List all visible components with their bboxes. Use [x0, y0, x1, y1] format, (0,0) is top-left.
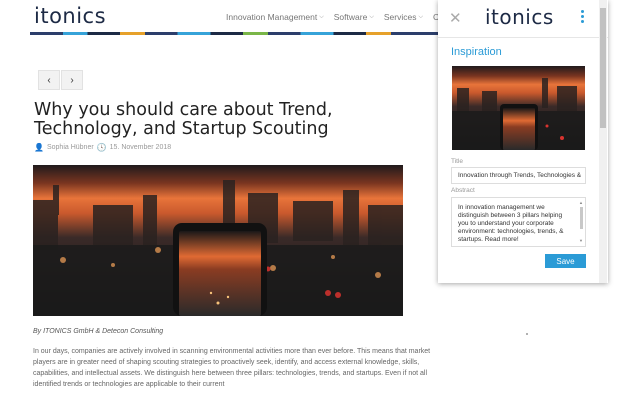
scroll-down-icon[interactable]: ▼ — [579, 237, 583, 245]
next-post-button[interactable]: › — [61, 70, 83, 90]
nav-item-innovation-management[interactable]: Innovation Management ⌵ — [226, 12, 324, 22]
scroll-up-icon[interactable]: ▲ — [579, 199, 583, 207]
header-color-stripe — [30, 32, 440, 35]
popup-scrollbar[interactable] — [599, 0, 607, 283]
site-logo[interactable]: itonics — [34, 4, 106, 28]
thumbnail-photo — [452, 66, 585, 150]
popup-header: ✕ itonics — [438, 0, 608, 38]
nav-item-services[interactable]: Services ⌵ — [384, 12, 423, 22]
stray-dot — [526, 333, 528, 335]
title-label: Title — [451, 158, 464, 165]
close-icon[interactable]: ✕ — [449, 9, 462, 27]
post-date: 15. November 2018 — [109, 144, 172, 151]
chevron-down-icon: ⌵ — [418, 13, 424, 20]
hero-image — [33, 165, 403, 316]
image-credit: By ITONICS GmbH & Detecon Consulting — [33, 328, 164, 335]
save-button[interactable]: Save — [545, 254, 586, 268]
abstract-label: Abstract — [451, 187, 475, 194]
chevron-down-icon: ⌵ — [319, 13, 324, 20]
abstract-text: In innovation management we distinguish … — [458, 204, 564, 243]
nav-item-software[interactable]: Software ⌵ — [334, 12, 374, 22]
author-name[interactable]: Sophia Hübner — [47, 144, 94, 151]
article-body: In our days, companies are actively invo… — [33, 348, 431, 388]
user-icon: 👤 — [34, 143, 44, 152]
article-meta: 👤 Sophia Hübner 🕓 15. November 2018 — [34, 143, 171, 152]
nav-label: Innovation Management — [226, 12, 318, 22]
city-sunset-phone-photo — [33, 165, 403, 316]
more-vertical-icon[interactable] — [581, 10, 585, 26]
title-input[interactable]: Innovation through Trends, Technologies … — [451, 167, 586, 184]
abstract-scrollbar[interactable]: ▲ ▼ — [579, 199, 584, 245]
article-title: Why you should care about Trend, Technol… — [34, 100, 333, 139]
main-nav: Innovation Management ⌵ Software ⌵ Servi… — [226, 12, 439, 22]
abstract-textarea[interactable]: In innovation management we distinguish … — [451, 197, 586, 247]
nav-label: Software — [333, 12, 368, 22]
popup-thumbnail — [452, 66, 585, 150]
nav-label: Services — [383, 12, 417, 22]
clock-icon: 🕓 — [96, 143, 107, 152]
chevron-down-icon: ⌵ — [369, 13, 374, 20]
previous-post-button[interactable]: ‹ — [38, 70, 60, 90]
popup-scroll-thumb[interactable] — [600, 8, 606, 128]
popup-heading: Inspiration — [451, 46, 502, 58]
extension-popup: ✕ itonics Inspiration Title Innovation t… — [438, 0, 608, 283]
popup-logo: itonics — [485, 5, 554, 29]
abstract-scroll-thumb[interactable] — [580, 207, 583, 229]
